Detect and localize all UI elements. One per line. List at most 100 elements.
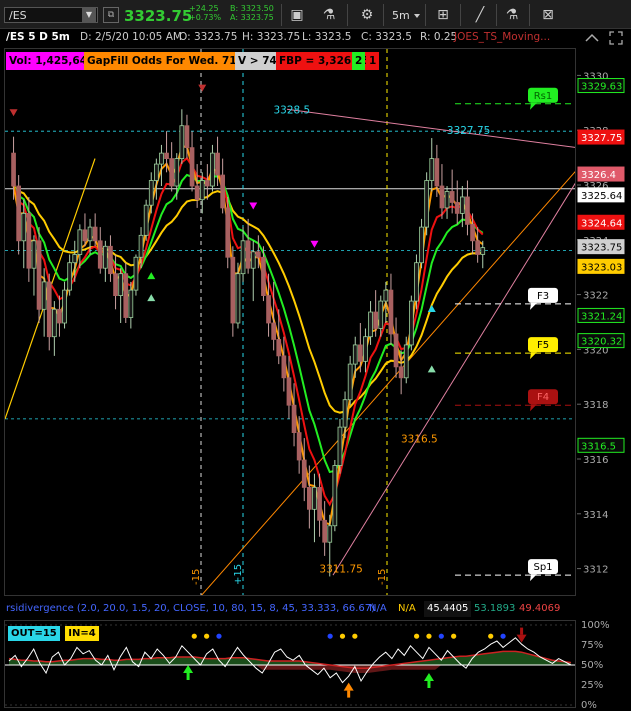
candle-body [103,245,108,269]
flask-icon[interactable]: ⚗ [503,6,521,24]
bar-low: L: 3323.5 [302,31,352,43]
candle [419,218,424,269]
candle [439,164,445,219]
candle-body [357,344,363,362]
candle [143,199,149,241]
candle-body [46,281,52,338]
candle [337,418,343,474]
candle-body [16,185,21,242]
candle-body [408,300,414,346]
price-annotation: 3327.75 [447,125,490,137]
rsi-arrow-stem [347,690,351,698]
candle [230,246,236,337]
price-badge-text: 3327.75 [581,133,622,144]
candle-body [77,229,83,255]
candle [174,153,180,200]
candle-body [230,256,236,324]
drawing-icon[interactable]: ╱ [471,6,489,24]
rsi-tick-label: 100% [581,620,610,631]
price-badge: 3323.03 [577,258,625,274]
toolbar-separator [425,4,426,26]
level-tag-text: Sp1 [533,562,552,573]
candle [322,501,328,556]
candle-body [235,273,241,324]
candle-body [240,240,246,275]
price-tick-label: 3314 [583,510,608,521]
bar-datetime: D: 2/5/20 10:05 AM [80,31,182,43]
level-tag: Sp1 [528,559,558,582]
candle-body [388,289,394,335]
rsi-buy-arrow-icon [183,665,194,673]
symbol-link-icon[interactable]: ⧉ [103,7,119,23]
candle [393,317,399,378]
level-tag-pointer [530,352,537,360]
level-tag: F5 [528,337,558,360]
rsi-tick-label: 0% [581,700,597,708]
candle-body [179,125,185,160]
candle [301,438,307,502]
price-badge: 3323.75 [577,239,625,255]
price-annotation: 3316.5 [401,433,438,445]
price-chart[interactable]: -15 +15 -15 3328.5 3327.75 3316.5 3311.75 Rs1 F3… [4,48,576,596]
study-label[interactable]: JOES_TS_Moving... [454,29,550,45]
candle-body [138,234,144,258]
candle [108,235,113,282]
ohlc-info-bar: /ES 5 D 5m D: 2/5/20 10:05 AM O: 3323.75… [4,29,576,45]
candle-body [332,465,338,527]
rsi-tick-label: 50% [581,660,603,671]
beaker-icon[interactable]: ⚗ [320,6,338,24]
candle [36,227,42,323]
fullscreen-icon[interactable] [608,30,624,46]
change-percent: +0.73% [189,13,222,22]
candle-body [475,240,481,255]
time-marker-label: -15 [191,569,202,585]
candle-body [291,404,297,434]
toolbar-separator [347,4,348,26]
candle [286,355,292,419]
period-selector[interactable]: 5m [392,9,410,22]
trade-icon[interactable]: ▣ [288,6,306,24]
chevron-down-icon[interactable] [414,14,420,18]
candle-body [164,152,169,160]
price-axis[interactable]: 3330332833263324332233203318331633143312… [577,48,631,596]
rsi-signal-dot [426,633,432,639]
price-tick-label: 3322 [583,291,608,302]
candle-body [189,147,195,187]
candle-body [342,399,348,428]
candle [352,336,358,378]
rsi-arrow-stem [427,681,431,688]
candle [159,144,164,186]
rsi-study-title[interactable]: rsidivergence (2.0, 20.0, 1.5, 20, CLOSE… [6,601,375,617]
candle-body [36,240,42,310]
rsi-tick-label: 75% [581,640,603,651]
price-badge-text: 3326.4 [581,170,616,181]
candle [225,196,231,269]
candle-body [383,289,389,302]
expand-icon[interactable] [583,30,601,46]
toolbar-separator [529,4,530,26]
candle [204,164,210,200]
candle-body [317,486,322,521]
candle [31,235,37,296]
candle-body [337,426,343,466]
grid-icon[interactable]: ⊞ [434,6,452,24]
candle [220,158,225,214]
sell-arrow-icon [310,240,319,248]
candle-body [153,163,159,181]
candle [57,295,62,337]
gear-icon[interactable]: ⚙ [358,6,376,24]
buy-arrow-icon [147,294,156,302]
price-change: +24.25 +0.73% [189,4,221,22]
layout-close-icon[interactable]: ⊠ [539,6,557,24]
price-badge-text: 3321.24 [581,311,622,322]
candle-body [414,262,419,302]
level-tag: F4 [528,389,558,412]
symbol-dropdown-icon[interactable]: ▼ [82,8,96,22]
support-trendline [201,171,575,595]
candle-body [21,212,27,242]
candle-body [322,519,328,543]
level-tag-pointer [530,302,537,310]
candle-body [255,251,261,258]
candle [332,460,338,532]
price-tick-label: 3318 [583,400,608,411]
